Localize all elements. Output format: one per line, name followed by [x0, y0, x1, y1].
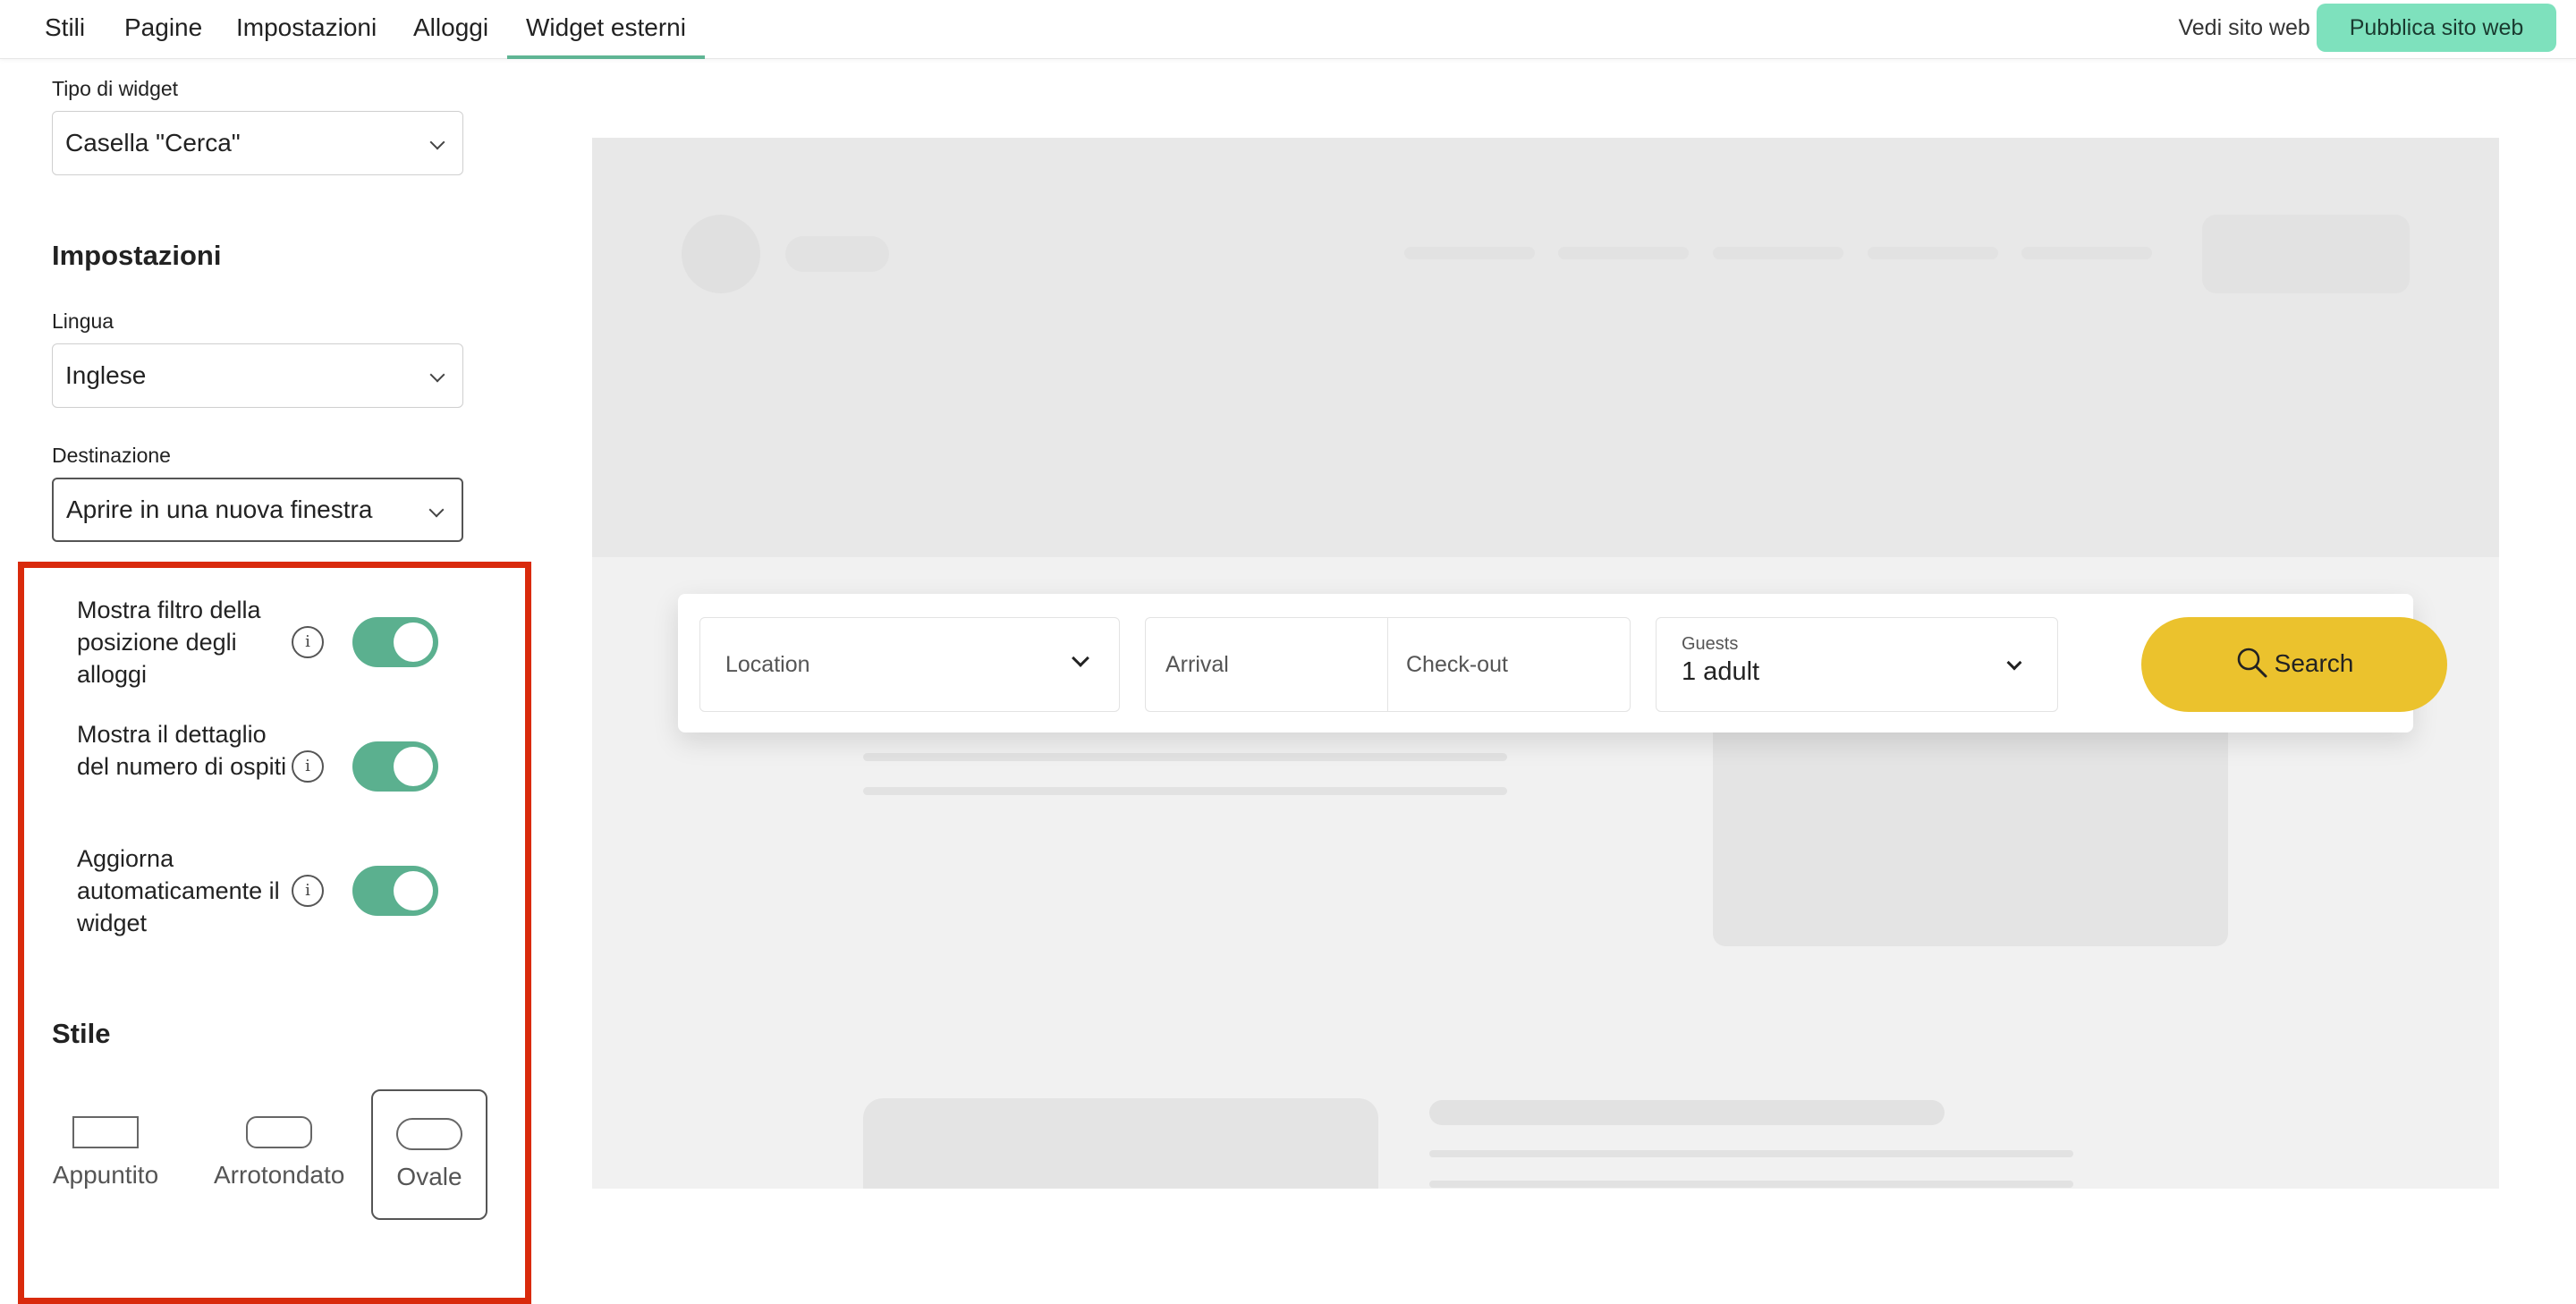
info-icon[interactable]: i	[292, 626, 324, 658]
widget-preview: Location Arrival Check-out Guests 1 adul…	[592, 138, 2499, 1189]
settings-heading: Impostazioni	[52, 240, 222, 271]
language-label: Lingua	[52, 309, 114, 333]
toggle-knob	[394, 747, 433, 786]
preview-hero	[592, 138, 2499, 557]
style-option-rounded[interactable]: Arrotondato	[214, 1089, 344, 1220]
chevron-down-icon	[429, 134, 445, 150]
text-placeholder	[1429, 1150, 2073, 1157]
style-option-sharp[interactable]: Appuntito	[47, 1089, 164, 1220]
top-nav: Stili Pagine Impostazioni Alloggi Widget…	[0, 0, 2576, 59]
destination-value: Aprire in una nuova finestra	[66, 495, 373, 523]
menu-placeholder	[1713, 247, 1843, 259]
guest-detail-toggle[interactable]	[352, 741, 438, 792]
chevron-down-icon	[2006, 655, 2022, 671]
logo-placeholder	[682, 215, 760, 293]
search-widget: Location Arrival Check-out Guests 1 adul…	[678, 594, 2447, 732]
style-heading: Stile	[52, 1018, 111, 1049]
card-placeholder	[1713, 710, 2228, 946]
arrival-field[interactable]: Arrival	[1145, 617, 1388, 712]
language-select[interactable]: Inglese	[52, 343, 463, 408]
text-placeholder	[1429, 1100, 1945, 1125]
destination-select[interactable]: Aprire in una nuova finestra	[52, 478, 463, 542]
rounded-rectangle-icon	[246, 1116, 312, 1148]
widget-type-value: Casella "Cerca"	[65, 129, 241, 157]
language-value: Inglese	[65, 361, 147, 389]
auto-update-toggle[interactable]	[352, 866, 438, 916]
tab-pagine[interactable]: Pagine	[124, 0, 202, 59]
chevron-down-icon	[1072, 649, 1089, 667]
menu-placeholder	[1558, 247, 1689, 259]
menu-placeholder	[1404, 247, 1535, 259]
widget-type-select[interactable]: Casella "Cerca"	[52, 111, 463, 175]
search-label: Search	[2274, 649, 2354, 677]
tab-impostazioni[interactable]: Impostazioni	[236, 0, 377, 59]
toggle-knob	[394, 622, 433, 662]
tab-stili[interactable]: Stili	[45, 0, 85, 59]
destination-label: Destinazione	[52, 444, 171, 467]
widget-type-label: Tipo di widget	[52, 77, 179, 100]
sharp-rectangle-icon	[72, 1116, 139, 1148]
tab-alloggi[interactable]: Alloggi	[413, 0, 488, 59]
card-placeholder	[863, 1098, 1378, 1189]
view-site-label: Vedi sito web	[2178, 15, 2310, 40]
chevron-down-icon	[428, 502, 445, 518]
location-field[interactable]: Location	[699, 617, 1120, 712]
arrival-placeholder: Arrival	[1165, 652, 1229, 677]
chevron-down-icon	[429, 367, 445, 383]
text-placeholder	[863, 787, 1507, 795]
button-placeholder	[2202, 215, 2410, 293]
search-button[interactable]: Search	[2141, 617, 2447, 712]
location-placeholder: Location	[725, 652, 810, 677]
text-placeholder	[1429, 1181, 2073, 1188]
oval-icon	[396, 1118, 462, 1150]
tab-widget-esterni[interactable]: Widget esterni	[507, 0, 705, 59]
menu-placeholder	[1868, 247, 1998, 259]
checkout-field[interactable]: Check-out	[1387, 617, 1631, 712]
toggle-label: Mostra il dettaglio del numero di ospiti	[77, 721, 287, 780]
menu-placeholder	[2021, 247, 2152, 259]
toggle-label: Mostra filtro della posizione degli allo…	[77, 597, 261, 688]
location-filter-toggle[interactable]	[352, 617, 438, 667]
guests-value: 1 adult	[1682, 657, 1760, 686]
style-option-label: Appuntito	[52, 1161, 159, 1189]
text-placeholder	[863, 753, 1507, 761]
checkout-placeholder: Check-out	[1406, 652, 1508, 677]
toggle-knob	[394, 871, 433, 910]
style-option-label: Ovale	[396, 1163, 462, 1190]
view-site-dropdown[interactable]: Vedi sito web∨	[2178, 0, 2336, 59]
style-option-oval[interactable]: Ovale	[371, 1089, 487, 1220]
toggle-label: Aggiorna automaticamente il widget	[77, 845, 280, 936]
style-option-label: Arrotondato	[214, 1161, 345, 1189]
publish-site-button[interactable]: Pubblica sito web	[2317, 4, 2556, 52]
guests-label: Guests	[1682, 634, 1739, 654]
search-icon	[2237, 648, 2267, 678]
info-icon[interactable]: i	[292, 875, 324, 907]
guests-field[interactable]: Guests 1 adult	[1656, 617, 2058, 712]
brand-placeholder	[785, 236, 889, 272]
info-icon[interactable]: i	[292, 750, 324, 783]
